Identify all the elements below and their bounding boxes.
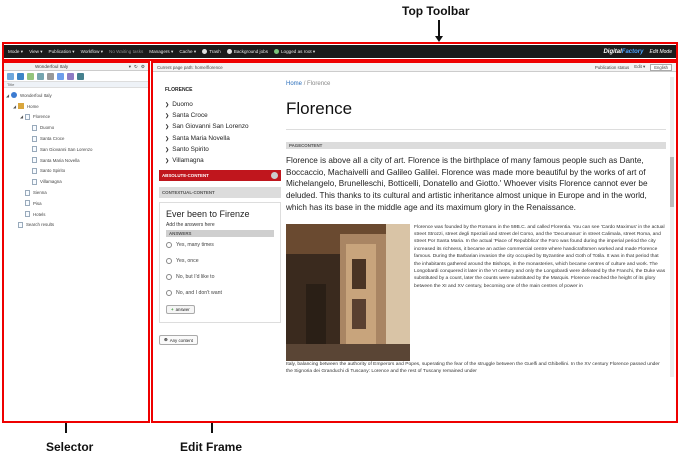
callout-edit-frame: Edit Frame [180,440,243,454]
callout-top-toolbar: Top Toolbar [402,4,470,18]
callout-selector: Selector [46,440,94,454]
toolbar-highlight [2,42,678,61]
edit-frame-highlight [151,61,678,423]
arrow-top-toolbar [438,20,440,37]
selector-highlight [2,61,150,423]
